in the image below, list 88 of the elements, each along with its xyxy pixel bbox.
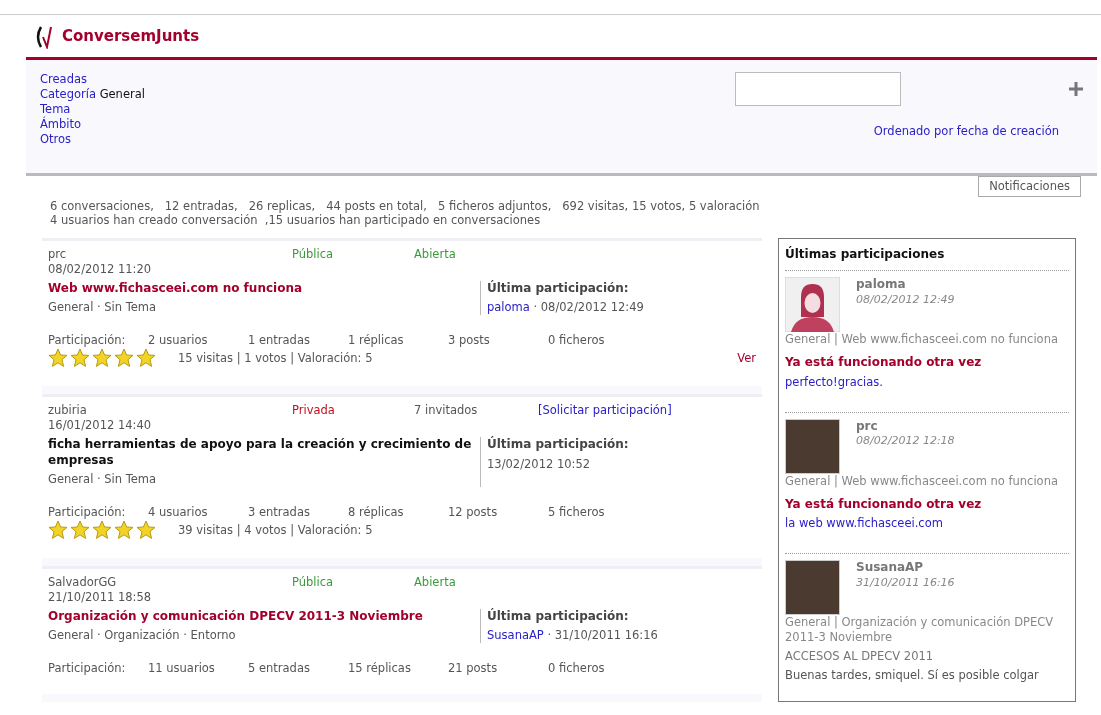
star-icon bbox=[136, 348, 156, 369]
last-date: · 08/02/2012 12:49 bbox=[533, 300, 644, 315]
count-text: 21 posts bbox=[448, 661, 499, 677]
author-name: zubiria bbox=[48, 403, 88, 418]
post-excerpt: Buenas tardes, smiquel. Sí es posible colgar bbox=[785, 668, 1040, 683]
count-text: 11 usuarios bbox=[148, 661, 216, 677]
post-date: 08/02/2012 12:18 bbox=[856, 434, 955, 449]
participation-label: Participación: bbox=[48, 333, 127, 349]
count-text: 0 ficheros bbox=[548, 661, 606, 677]
tags-text: General · Sin Tema bbox=[48, 472, 158, 488]
post-title: Ya está funcionando otra vez bbox=[785, 355, 983, 371]
count-text: 5 ficheros bbox=[548, 505, 606, 520]
star-icon bbox=[92, 348, 112, 369]
post-link[interactable]: perfecto!gracias. bbox=[785, 374, 1069, 390]
app-name: ConversemJunts bbox=[62, 27, 200, 47]
count-text: 5 entradas bbox=[248, 661, 311, 677]
view-link[interactable]: Ver bbox=[737, 350, 756, 366]
count-text: 1 entradas bbox=[248, 333, 311, 349]
post-title: Ya está funcionando otra vez bbox=[785, 496, 983, 513]
star-icon bbox=[92, 519, 112, 540]
author-name: prc bbox=[48, 246, 68, 262]
last-date: · 31/10/2011 16:16 bbox=[547, 628, 658, 643]
user-link[interactable]: SusanaAP bbox=[487, 628, 544, 643]
post-context: General | Web www.fichasceei.com no funciona bbox=[785, 332, 1059, 348]
user-name: paloma bbox=[856, 277, 907, 293]
visibility-label: Pública bbox=[292, 574, 335, 591]
created-date: 08/02/2012 11:20 bbox=[48, 261, 153, 277]
post-link[interactable]: la web www.fichasceei.com bbox=[785, 516, 1069, 532]
created-date: 21/10/2011 18:58 bbox=[48, 589, 153, 605]
star-icon bbox=[136, 519, 156, 540]
panel-title: Últimas participaciones bbox=[785, 246, 946, 263]
author-name: SalvadorGG bbox=[48, 574, 118, 590]
user-link[interactable]: paloma bbox=[487, 300, 530, 315]
filter-link[interactable]: Otros bbox=[40, 131, 72, 146]
status-label: 7 invitados bbox=[414, 403, 479, 420]
status-label: Abierta bbox=[414, 574, 457, 591]
last-participation-label: Última participación: bbox=[487, 608, 630, 625]
star-icon bbox=[48, 519, 68, 540]
sort-link[interactable]: Ordenado por fecha de creación bbox=[873, 124, 1059, 139]
count-text: 8 réplicas bbox=[348, 505, 405, 520]
post-date: 31/10/2011 16:16 bbox=[856, 575, 955, 591]
count-text: 2 usuarios bbox=[148, 333, 209, 349]
star-icon bbox=[70, 519, 90, 540]
stats-text: 4 usuarios han creado conversación ,15 usuarios han participado en conversaciones bbox=[50, 213, 542, 228]
logo-icon bbox=[34, 25, 54, 49]
last-date: 13/02/2012 10:52 bbox=[487, 456, 591, 471]
created-date: 16/01/2012 14:40 bbox=[48, 417, 153, 433]
filter-link[interactable]: Ámbito bbox=[40, 116, 82, 131]
user-name: SusanaAP bbox=[856, 560, 925, 576]
participation-label: Participación: bbox=[48, 661, 127, 677]
stats-text: 6 conversaciones, 12 entradas, 26 replicas, 44 posts en total, 5 ficheros adjuntos, 692 visitas, 15 votos, 5 valoración bbox=[50, 198, 761, 214]
post-title: ACCESOS AL DPECV 2011 bbox=[785, 649, 935, 665]
count-text: 3 entradas bbox=[248, 505, 311, 520]
count-text: 12 posts bbox=[448, 505, 499, 520]
visibility-label: Privada bbox=[292, 403, 336, 420]
count-text: 1 réplicas bbox=[348, 333, 405, 349]
tags-text: General · Sin Tema bbox=[48, 300, 158, 316]
last-participation-label: Última participación: bbox=[487, 280, 630, 297]
star-icon bbox=[114, 348, 134, 369]
last-participation-label: Última participación: bbox=[487, 436, 629, 453]
status-label: Abierta bbox=[414, 246, 457, 263]
notifications-button[interactable]: Notificaciones bbox=[978, 176, 1081, 197]
participation-label: Participación: bbox=[48, 505, 127, 520]
star-icon bbox=[70, 348, 90, 369]
filter-link[interactable]: Tema bbox=[40, 101, 71, 116]
request-link[interactable]: [Solicitar participación] bbox=[538, 403, 672, 418]
count-text: 0 ficheros bbox=[548, 333, 606, 349]
post-context: General | Organización y comunicación DPECV 2011-3 Noviembre bbox=[785, 615, 1055, 646]
visibility-label: Pública bbox=[292, 246, 335, 263]
post-context: General | Web www.fichasceei.com no funciona bbox=[785, 473, 1059, 489]
conversation-title[interactable]: ficha herramientas de apoyo para la creación y crecimiento de empresas bbox=[48, 436, 480, 469]
conversation-title[interactable]: Organización y comunicación DPECV 2011-3 Noviembre bbox=[48, 608, 480, 625]
rating-text: 39 visitas | 4 votos | Valoración: 5 bbox=[178, 522, 374, 538]
filter-value: General bbox=[99, 86, 145, 101]
post-date: 08/02/2012 12:49 bbox=[856, 292, 955, 308]
tags-text: General · Organización · Entorno bbox=[48, 628, 237, 644]
count-text: 3 posts bbox=[448, 333, 491, 349]
count-text: 4 usuarios bbox=[148, 505, 209, 520]
filter-link[interactable]: Creadas bbox=[40, 72, 87, 86]
filter-link[interactable]: Categoría bbox=[40, 86, 96, 101]
user-name: prc bbox=[856, 418, 879, 435]
rating-text: 15 visitas | 1 votos | Valoración: 5 bbox=[178, 350, 374, 366]
star-icon bbox=[48, 348, 68, 369]
conversation-title[interactable]: Web www.fichasceei.com no funciona bbox=[48, 280, 480, 297]
count-text: 15 réplicas bbox=[348, 661, 412, 677]
star-icon bbox=[114, 519, 134, 540]
add-icon[interactable] bbox=[1069, 82, 1083, 96]
search-field[interactable] bbox=[735, 72, 901, 106]
